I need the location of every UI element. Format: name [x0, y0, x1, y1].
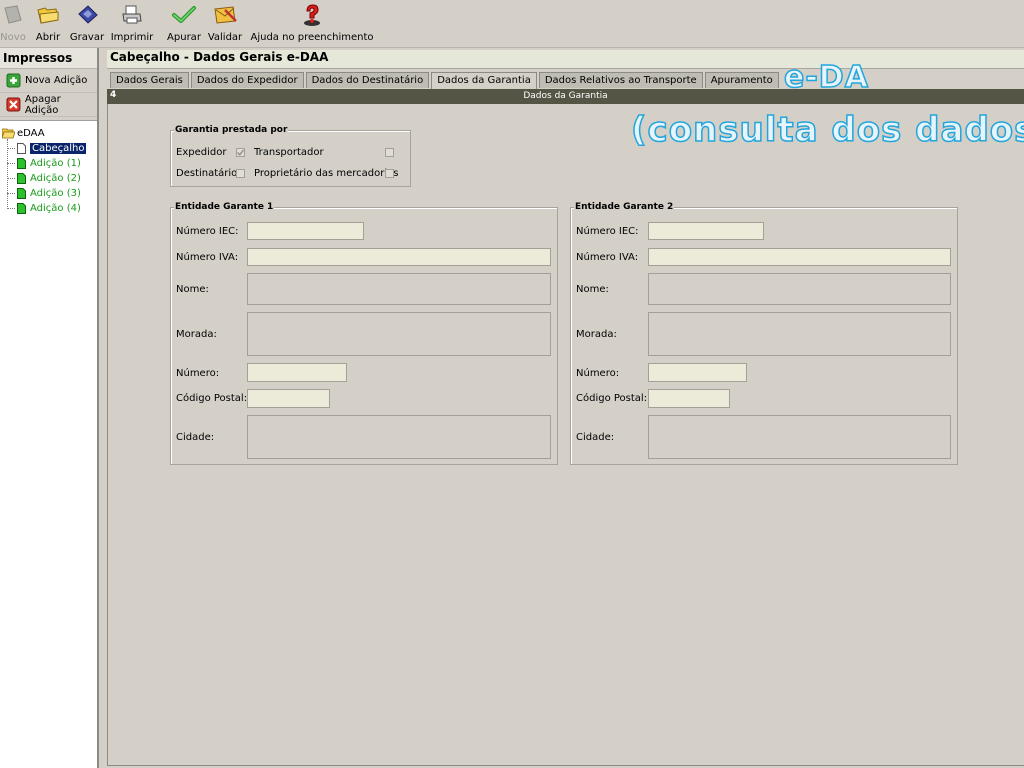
section-title: Dados da Garantia [523, 91, 608, 101]
e1-codigo-postal-label: Código Postal: [176, 393, 248, 404]
document-green-icon [17, 173, 26, 184]
tree-item-adicao-4[interactable]: Adição (4) [0, 201, 97, 216]
document-green-icon [17, 188, 26, 199]
e1-nome-label: Nome: [176, 284, 209, 295]
e1-nome-input[interactable] [247, 273, 551, 305]
e1-numero-input[interactable] [247, 363, 347, 382]
apagar-adicao-button[interactable]: Apagar Adição [0, 93, 97, 117]
tab-dados-garantia[interactable]: Dados da Garantia [431, 72, 537, 89]
e2-numero-input[interactable] [648, 363, 747, 382]
e2-codigo-postal-label: Código Postal: [576, 393, 648, 404]
impressos-title: Impressos [0, 48, 97, 69]
e2-cidade-input[interactable] [648, 415, 951, 459]
printer-icon [119, 2, 145, 28]
checkmark-icon [171, 2, 197, 28]
proprietario-label: Proprietário das mercadorias [254, 168, 399, 179]
e2-iva-label: Número IVA: [576, 252, 639, 263]
nova-adicao-button[interactable]: Nova Adição [0, 69, 97, 93]
page-title: Cabeçalho - Dados Gerais e-DAA [107, 50, 1024, 69]
e1-iva-label: Número IVA: [176, 252, 239, 263]
imprimir-button[interactable]: Imprimir [111, 2, 153, 46]
tab-dados-gerais[interactable]: Dados Gerais [110, 72, 189, 88]
validar-button[interactable]: Validar [208, 2, 242, 46]
e1-iec-input[interactable] [247, 222, 364, 240]
destinatario-checkbox[interactable] [236, 169, 245, 178]
save-disk-icon [74, 2, 100, 28]
garantia-group-title: Garantia prestada por [174, 125, 289, 135]
e2-codigo-postal-input[interactable] [648, 389, 730, 408]
gravar-button[interactable]: Gravar [70, 2, 104, 46]
tree-root-edaa[interactable]: eDAA [0, 126, 97, 141]
e2-nome-label: Nome: [576, 284, 609, 295]
section-header-strip: 4 Dados da Garantia [107, 89, 1024, 104]
e1-iva-input[interactable] [247, 248, 551, 266]
tree-item-adicao-2[interactable]: Adição (2) [0, 171, 97, 186]
new-document-icon [0, 2, 26, 28]
e1-cidade-input[interactable] [247, 415, 551, 459]
proprietario-checkbox[interactable] [385, 169, 394, 178]
tree-item-adicao-3[interactable]: Adição (3) [0, 186, 97, 201]
validate-envelope-icon [212, 2, 238, 28]
document-tree: eDAA Cabeçalho Adição (1) Adição (2) Adi… [0, 120, 97, 768]
transportador-checkbox[interactable] [385, 148, 394, 157]
e2-iec-label: Número IEC: [576, 226, 639, 237]
novo-button[interactable]: Novo [0, 2, 26, 46]
destinatario-label: Destinatário [176, 168, 238, 179]
tree-item-cabecalho[interactable]: Cabeçalho [0, 141, 97, 156]
abrir-button[interactable]: Abrir [34, 2, 62, 46]
tab-bar: Dados Gerais Dados do Expedidor Dados do… [110, 72, 781, 89]
left-panel: Impressos Nova Adição Apagar Adição eDAA… [0, 48, 99, 768]
checkmark-icon [237, 149, 244, 156]
open-folder-icon [35, 2, 61, 28]
document-green-icon [17, 203, 26, 214]
apurar-button[interactable]: Apurar [167, 2, 201, 46]
e1-iec-label: Número IEC: [176, 226, 239, 237]
tab-dados-destinatario[interactable]: Dados do Destinatário [305, 72, 430, 88]
help-icon [299, 2, 325, 28]
folder-open-icon [2, 128, 15, 139]
tab-dados-expedidor[interactable]: Dados do Expedidor [190, 72, 304, 88]
e2-nome-input[interactable] [648, 273, 951, 305]
e1-cidade-label: Cidade: [176, 432, 215, 443]
e2-cidade-label: Cidade: [576, 432, 615, 443]
tab-dados-transporte[interactable]: Dados Relativos ao Transporte [538, 72, 703, 88]
transportador-label: Transportador [254, 147, 324, 158]
e2-iec-input[interactable] [648, 222, 764, 240]
tree-item-adicao-1[interactable]: Adição (1) [0, 156, 97, 171]
e1-morada-label: Morada: [176, 329, 217, 340]
overlay-title: e-DA [783, 59, 869, 96]
e1-morada-input[interactable] [247, 312, 551, 356]
e2-numero-label: Número: [576, 368, 620, 379]
e2-iva-input[interactable] [648, 248, 951, 266]
e1-codigo-postal-input[interactable] [247, 389, 330, 408]
tab-apuramento[interactable]: Apuramento [704, 72, 779, 88]
expedidor-label: Expedidor [176, 147, 227, 158]
entidade-2-title: Entidade Garante 2 [574, 202, 675, 212]
expedidor-checkbox[interactable] [236, 148, 245, 157]
e1-numero-label: Número: [176, 368, 220, 379]
toolbar: Novo Abrir Gravar Imprimir Apurar Valida… [0, 0, 1024, 48]
add-icon [6, 73, 21, 87]
document-icon [17, 143, 26, 154]
delete-icon [6, 97, 21, 111]
entidade-1-title: Entidade Garante 1 [174, 202, 275, 212]
ajuda-button[interactable]: Ajuda no preenchimento [251, 2, 374, 46]
overlay-subtitle: (consulta dos dados) [630, 109, 1024, 151]
e2-morada-input[interactable] [648, 312, 951, 356]
e2-morada-label: Morada: [576, 329, 617, 340]
document-green-icon [17, 158, 26, 169]
